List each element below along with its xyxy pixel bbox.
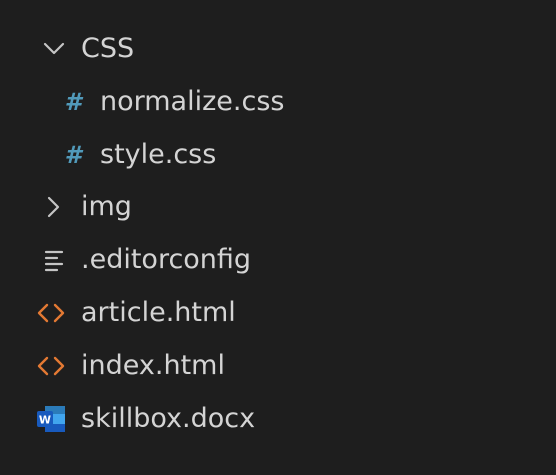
tree-item-style-css[interactable]: # style.css <box>0 130 556 180</box>
tree-item-label: article.html <box>81 297 236 328</box>
chevron-down-icon[interactable] <box>41 34 67 64</box>
tree-item-index-html[interactable]: index.html <box>0 341 556 391</box>
file-explorer-tree: CSS # normalize.css # style.css img .edi… <box>0 0 556 475</box>
html-brackets-icon <box>36 298 66 328</box>
css-hash-icon: # <box>64 141 82 169</box>
tree-item-article-html[interactable]: article.html <box>0 288 556 338</box>
html-brackets-icon <box>36 351 66 381</box>
tree-item-label: index.html <box>81 350 225 381</box>
lines-icon <box>38 245 68 275</box>
tree-item-label: CSS <box>81 33 135 64</box>
tree-item-label: .editorconfig <box>81 244 252 275</box>
tree-item-img-folder[interactable]: img <box>0 182 556 232</box>
chevron-right-icon[interactable] <box>41 192 67 222</box>
css-hash-icon: # <box>64 88 82 116</box>
tree-item-normalize-css[interactable]: # normalize.css <box>0 77 556 127</box>
tree-item-editorconfig[interactable]: .editorconfig <box>0 235 556 285</box>
tree-item-skillbox-docx[interactable]: W skillbox.docx <box>0 394 556 444</box>
tree-item-label: normalize.css <box>100 86 285 117</box>
tree-item-label: skillbox.docx <box>81 403 256 434</box>
tree-item-label: style.css <box>100 139 217 170</box>
svg-text:W: W <box>39 414 51 427</box>
tree-item-css-folder[interactable]: CSS <box>0 24 556 74</box>
tree-item-label: img <box>81 191 132 222</box>
word-doc-icon: W <box>35 404 67 434</box>
